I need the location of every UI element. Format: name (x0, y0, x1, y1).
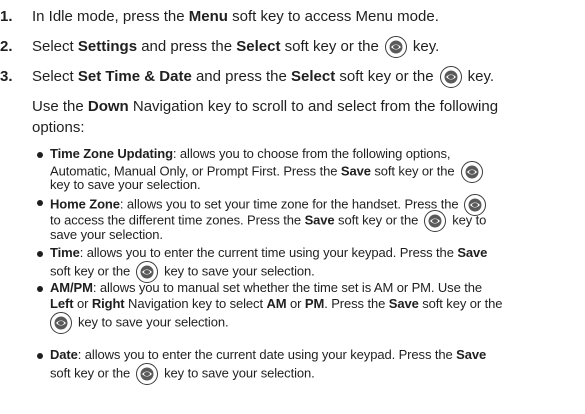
option-label: Time Zone Updating (50, 146, 173, 161)
option-line: Time Zone Updating: allows you to choose… (50, 146, 451, 162)
option-text: soft key or the (50, 263, 131, 279)
intro-text: options: (32, 119, 85, 136)
ok-key-icon (136, 363, 159, 385)
intro-text: Use the (32, 98, 88, 115)
step-text-part: key. (412, 38, 440, 55)
step-text: Select Set Time & Date and press the Sel… (32, 64, 494, 90)
bullet (37, 286, 43, 292)
ok-key-icon (50, 312, 72, 334)
ok-key-icon (384, 36, 407, 59)
option-label: Time (50, 245, 80, 260)
option-line: Left or Right Navigation key to select A… (50, 296, 503, 312)
option-text: : allows you to choose from the followin… (172, 146, 451, 161)
option-text: soft key or the (370, 163, 455, 179)
option-text: save your selection. (50, 227, 163, 242)
option-line: key to save your selection. (50, 177, 201, 193)
option-text: soft key or the (50, 365, 131, 381)
step-number: 2. (0, 38, 13, 55)
ok-key-icon (439, 66, 462, 89)
key-name: Right (91, 296, 125, 311)
option-line: Time: allows you to enter the current ti… (50, 245, 487, 261)
value-name: AM (266, 296, 287, 311)
option-text: key to save your selection. (50, 177, 201, 192)
key-name: Save (456, 347, 487, 362)
ok-key-icon (424, 210, 447, 232)
option-text: or (73, 296, 92, 311)
step-text-part: Select (32, 68, 78, 85)
option-text: key to save your selection. (164, 365, 315, 381)
option-line: save your selection. (50, 227, 163, 243)
step-text: In Idle mode, press the Menu soft key to… (32, 4, 439, 30)
option-text: key to (452, 212, 487, 228)
intro-line-2: options: (32, 117, 85, 138)
step-text-part: soft key or the (280, 38, 379, 55)
step-text-part: and press the (137, 38, 237, 55)
option-text: key to save your selection. (78, 314, 229, 330)
bullet (37, 353, 43, 359)
key-name: Menu (188, 8, 228, 25)
option-text: Navigation key to select (124, 296, 267, 311)
option-label: Date (50, 347, 78, 362)
key-name: Save (304, 212, 335, 228)
option-line: key to save your selection. (50, 312, 229, 334)
intro-line-1: Use the Down Navigation key to scroll to… (32, 96, 498, 117)
option-line: Date: allows you to enter the current da… (50, 347, 486, 363)
bullet (37, 251, 43, 257)
step-text-part: key. (467, 68, 495, 85)
option-text: or (286, 296, 305, 311)
step-number: 1. (0, 8, 13, 25)
option-text: soft key or the (334, 212, 419, 228)
key-name: Save (340, 163, 371, 179)
manual-page: 1. In Idle mode, press the Menu soft key… (0, 0, 585, 414)
step-text-part: In Idle mode, press the (32, 8, 189, 25)
option-text: soft key or the (418, 296, 503, 311)
step-text: Select Settings and press the Select sof… (32, 34, 439, 60)
option-label: AM/PM (50, 280, 93, 295)
option-text: : allows you to enter the current date u… (77, 347, 457, 362)
step-number: 3. (0, 68, 13, 85)
option-text: : allows you to manual set whether the t… (92, 280, 482, 295)
value-name: PM (304, 296, 325, 311)
key-name: Left (50, 296, 74, 311)
option-text: key to save your selection. (164, 263, 315, 279)
bullet (37, 200, 43, 206)
key-name: Select (291, 68, 336, 85)
step-text-part: and press the (191, 68, 292, 85)
option-text: to access the different time zones. Pres… (50, 212, 305, 228)
key-name: Save (388, 296, 419, 311)
key-name: Select (236, 38, 281, 55)
option-line: soft key or the key to save your selectio… (50, 363, 315, 385)
bullet (37, 152, 43, 158)
option-text: . Press the (324, 296, 389, 311)
ok-key-icon (460, 161, 483, 183)
intro-text: Navigation key to scroll to and select f… (128, 98, 499, 115)
step-text-part: soft key to access Menu mode. (227, 8, 439, 25)
option-line: AM/PM: allows you to manual set whether … (50, 280, 482, 296)
step-text-part: soft key or the (335, 68, 434, 85)
key-name: Down (87, 98, 129, 115)
option-text: : allows you to enter the current time u… (79, 245, 458, 260)
key-name: Save (457, 245, 488, 260)
step-text-part: Select (32, 38, 78, 55)
menu-item-name: Settings (77, 38, 138, 55)
menu-item-name: Set Time & Date (77, 68, 192, 85)
